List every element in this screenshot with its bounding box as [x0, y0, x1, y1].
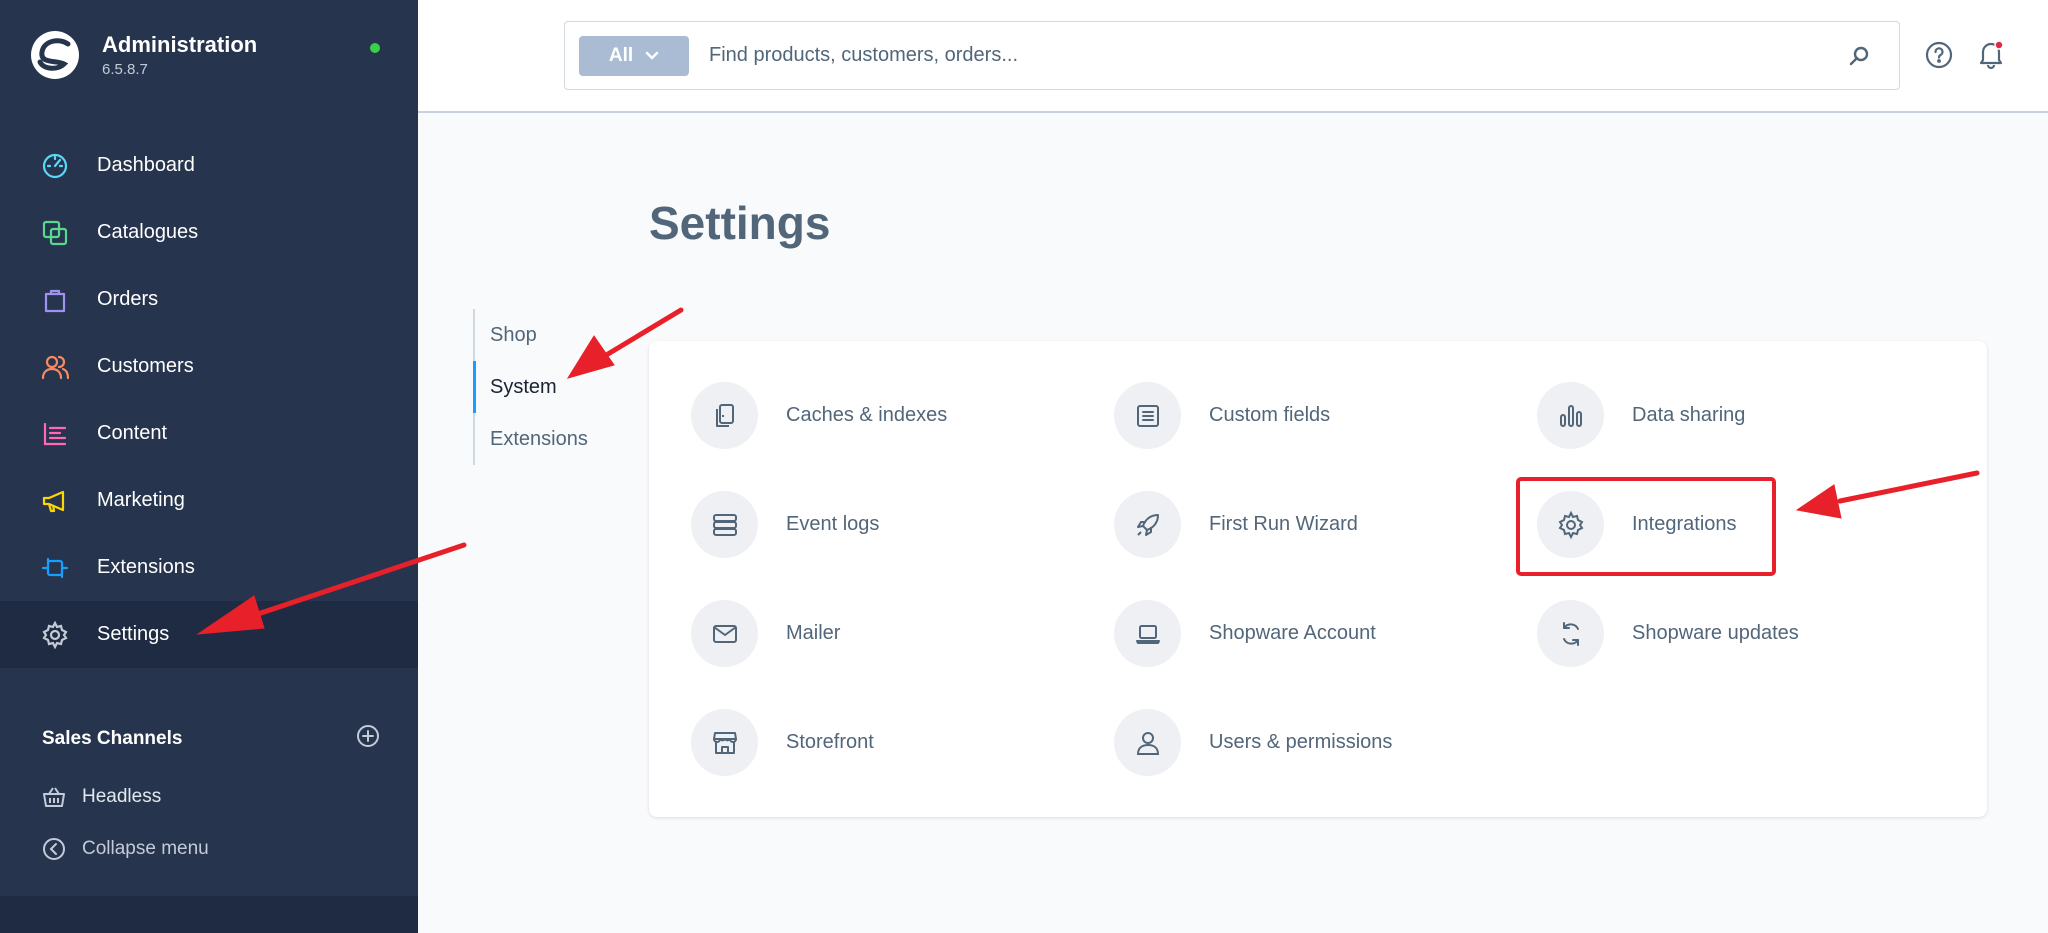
sidebar-item-label: Dashboard	[97, 154, 195, 176]
settings-item-event-logs[interactable]: Event logs	[691, 491, 879, 558]
sidebar-item-label: Extensions	[97, 556, 195, 578]
search-icon[interactable]	[1839, 36, 1879, 76]
sidebar-item-marketing[interactable]: Marketing	[0, 467, 418, 534]
data-sharing-icon	[1537, 382, 1604, 449]
rocket-icon	[1114, 491, 1181, 558]
app-title: Administration	[102, 32, 258, 58]
topbar: All	[418, 0, 2048, 113]
sales-channel-label: Headless	[82, 786, 162, 807]
dashboard-icon	[40, 151, 70, 181]
settings-item-shopware-account[interactable]: Shopware Account	[1114, 600, 1376, 667]
sidebar-item-customers[interactable]: Customers	[0, 333, 418, 400]
search-filter-label: All	[608, 44, 634, 66]
sidebar-item-content[interactable]: Content	[0, 400, 418, 467]
settings-item-label: Event logs	[786, 513, 880, 535]
settings-item-integrations[interactable]: Integrations	[1537, 491, 1737, 558]
settings-item-label: Custom fields	[1209, 404, 1331, 426]
status-indicator	[370, 43, 380, 53]
sidebar-footer	[0, 896, 418, 933]
tab-shop[interactable]: Shop	[475, 309, 623, 361]
settings-item-label: First Run Wizard	[1209, 513, 1358, 535]
settings-item-label: Users & permissions	[1209, 731, 1393, 753]
tab-extensions[interactable]: Extensions	[475, 413, 623, 465]
user-icon	[1114, 709, 1181, 776]
extensions-icon	[40, 553, 70, 583]
brand[interactable]: Administration 6.5.8.7	[30, 30, 257, 80]
page-title: Settings	[649, 197, 831, 249]
settings-icon	[40, 620, 70, 650]
sidebar-item-label: Marketing	[97, 489, 185, 511]
sidebar-item-label: Content	[97, 422, 168, 444]
settings-item-data-sharing[interactable]: Data sharing	[1537, 382, 1745, 449]
sidebar-item-label: Orders	[97, 288, 159, 310]
global-search: All	[564, 21, 1900, 90]
sidebar-item-extensions[interactable]: Extensions	[0, 534, 418, 601]
settings-item-caches-indexes[interactable]: Caches & indexes	[691, 382, 947, 449]
settings-item-label: Integrations	[1632, 513, 1737, 535]
settings-item-shopware-updates[interactable]: Shopware updates	[1537, 600, 1799, 667]
settings-item-label: Shopware Account	[1209, 622, 1376, 644]
sidebar-item-orders[interactable]: Orders	[0, 266, 418, 333]
sidebar-item-dashboard[interactable]: Dashboard	[0, 132, 418, 199]
settings-item-mailer[interactable]: Mailer	[691, 600, 840, 667]
content-icon	[40, 419, 70, 449]
settings-item-first-run-wizard[interactable]: First Run Wizard	[1114, 491, 1358, 558]
storefront-icon	[691, 709, 758, 776]
envelope-icon	[691, 600, 758, 667]
notification-bell-icon[interactable]	[1975, 38, 2007, 75]
settings-item-label: Storefront	[786, 731, 874, 753]
sales-channels-header: Sales Channels	[42, 724, 380, 753]
gear-icon	[1537, 491, 1604, 558]
shopware-logo-icon	[31, 31, 79, 79]
main-nav: Dashboard Catalogues Orders Customers Co…	[0, 132, 418, 668]
plus-circle-icon	[357, 725, 379, 747]
chevron-down-icon	[645, 51, 659, 60]
sidebar-item-label: Catalogues	[97, 221, 199, 243]
catalogues-icon	[40, 218, 70, 248]
laptop-icon	[1114, 600, 1181, 667]
caches-icon	[691, 382, 758, 449]
settings-item-label: Data sharing	[1632, 404, 1746, 426]
custom-fields-icon	[1114, 382, 1181, 449]
settings-item-label: Mailer	[786, 622, 841, 644]
sidebar-item-settings[interactable]: Settings	[0, 601, 418, 668]
settings-item-storefront[interactable]: Storefront	[691, 709, 874, 776]
sidebar: Administration 6.5.8.7 Dashboard Catalog…	[0, 0, 418, 933]
help-icon[interactable]	[1924, 40, 1954, 75]
orders-icon	[40, 285, 70, 315]
sidebar-item-catalogues[interactable]: Catalogues	[0, 199, 418, 266]
basket-icon	[43, 787, 65, 807]
collapse-menu-label: Collapse menu	[82, 838, 209, 859]
settings-tabs: Shop System Extensions	[473, 309, 623, 465]
add-sales-channel-button[interactable]	[356, 724, 380, 753]
sidebar-item-label: Customers	[97, 355, 194, 377]
search-input[interactable]	[709, 44, 1839, 67]
tab-system[interactable]: System	[473, 361, 623, 413]
refresh-icon	[1537, 600, 1604, 667]
settings-item-label: Shopware updates	[1632, 622, 1799, 644]
settings-card: Caches & indexes Custom fields Data shar…	[649, 341, 1987, 817]
sales-channel-item-headless[interactable]: Headless	[42, 785, 161, 809]
chevron-left-circle-icon	[43, 838, 65, 860]
settings-item-label: Caches & indexes	[786, 404, 948, 426]
app-version: 6.5.8.7	[102, 60, 148, 78]
sales-channels-title: Sales Channels	[42, 727, 183, 749]
sidebar-item-label: Settings	[97, 623, 170, 645]
customers-icon	[40, 352, 70, 382]
marketing-icon	[40, 486, 70, 516]
collapse-menu-button[interactable]: Collapse menu	[42, 837, 209, 861]
settings-item-custom-fields[interactable]: Custom fields	[1114, 382, 1330, 449]
settings-item-users-permissions[interactable]: Users & permissions	[1114, 709, 1392, 776]
search-filter-dropdown[interactable]: All	[579, 35, 689, 76]
event-logs-icon	[691, 491, 758, 558]
